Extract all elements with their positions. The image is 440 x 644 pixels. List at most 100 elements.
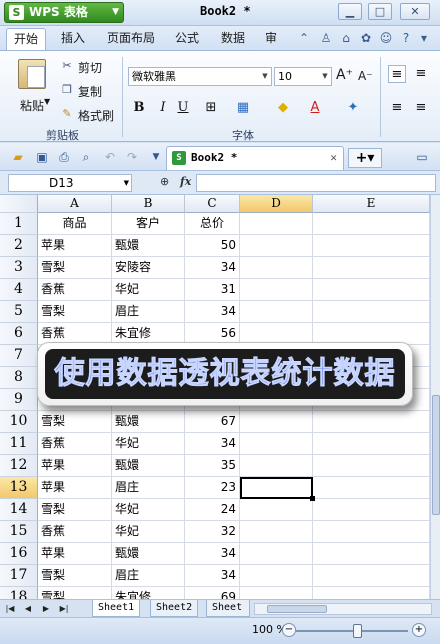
collapse-ribbon-icon[interactable]: ⌃	[296, 30, 312, 46]
gift-icon[interactable]: ✿	[358, 30, 374, 46]
table-cell[interactable]	[240, 565, 313, 587]
table-cell[interactable]: 雪梨	[38, 411, 112, 433]
redo-icon[interactable]: ↷	[124, 149, 140, 165]
wps-menu-button[interactable]: S WPS 表格 ▼	[4, 2, 124, 23]
zoom-in-button[interactable]: +	[412, 623, 426, 637]
row-header[interactable]: 17	[0, 565, 38, 587]
row-header[interactable]: 5	[0, 301, 38, 323]
table-cell[interactable]: 华妃	[112, 521, 185, 543]
undo-icon[interactable]: ↶	[102, 149, 118, 165]
header-cell[interactable]: 商品	[38, 213, 112, 235]
paste-icon[interactable]	[18, 59, 46, 89]
table-cell[interactable]: 34	[185, 257, 240, 279]
print-preview-icon[interactable]: ⌕	[78, 149, 94, 165]
open-folder-icon[interactable]: ▰	[10, 149, 26, 165]
row-header[interactable]: 6	[0, 323, 38, 345]
bold-button[interactable]: B	[130, 99, 148, 117]
row-header[interactable]: 11	[0, 433, 38, 455]
table-cell[interactable]: 34	[185, 565, 240, 587]
table-cell[interactable]: 朱宜修	[112, 587, 185, 599]
horizontal-scrollbar[interactable]	[254, 603, 432, 615]
table-cell[interactable]	[240, 587, 313, 599]
table-cell[interactable]	[240, 257, 313, 279]
align-center-icon[interactable]: ≡	[412, 99, 430, 117]
column-header-b[interactable]: B	[112, 195, 185, 213]
shirt-icon[interactable]: ♙	[318, 30, 334, 46]
font-name-select[interactable]: 微软雅黑 ▼	[128, 67, 272, 86]
table-cell[interactable]	[313, 477, 430, 499]
zoom-slider-handle[interactable]	[353, 624, 362, 638]
zoom-slider[interactable]	[296, 630, 408, 632]
tab-data[interactable]: 数据	[214, 28, 252, 50]
tab-insert[interactable]: 插入	[54, 28, 92, 50]
row-header[interactable]: 13	[0, 477, 38, 499]
align-left-icon[interactable]: ≡	[388, 99, 406, 117]
italic-button[interactable]: I	[154, 99, 172, 117]
font-size-select[interactable]: 10 ▼	[274, 67, 332, 86]
vertical-scrollbar[interactable]	[430, 195, 440, 599]
column-header-d[interactable]: D	[240, 195, 313, 213]
align-top-icon[interactable]: ≡	[388, 65, 406, 83]
header-cell[interactable]	[240, 213, 313, 235]
table-cell[interactable]	[313, 411, 430, 433]
tab-formulas[interactable]: 公式	[168, 28, 206, 50]
table-cell[interactable]	[240, 301, 313, 323]
maximize-button[interactable]: □	[368, 3, 392, 20]
close-button[interactable]: ✕	[400, 3, 430, 20]
table-cell[interactable]	[240, 235, 313, 257]
chevron-down-icon[interactable]: ▼	[44, 97, 50, 106]
table-cell[interactable]: 苹果	[38, 455, 112, 477]
table-cell[interactable]: 安陵容	[112, 257, 185, 279]
cut-button[interactable]: 剪切	[78, 59, 102, 76]
header-cell[interactable]	[313, 213, 430, 235]
row-header[interactable]: 10	[0, 411, 38, 433]
table-cell[interactable]: 甄嬛	[112, 455, 185, 477]
row-header[interactable]: 1	[0, 213, 38, 235]
sheet-tab-3[interactable]: Sheet	[206, 600, 250, 617]
table-cell[interactable]: 甄嬛	[112, 543, 185, 565]
name-box[interactable]: D13 ▼	[8, 174, 132, 192]
chevron-down-icon[interactable]: ▼	[148, 149, 164, 165]
table-cell[interactable]: 华妃	[112, 433, 185, 455]
format-painter-button[interactable]: 格式刷	[78, 107, 114, 124]
table-cell[interactable]: 雪梨	[38, 499, 112, 521]
table-cell[interactable]	[313, 543, 430, 565]
font-color-icon[interactable]: A	[306, 99, 324, 117]
last-sheet-icon[interactable]: ▶|	[58, 602, 70, 615]
table-cell[interactable]: 23	[185, 477, 240, 499]
cell-style-icon[interactable]: ✦	[344, 99, 362, 117]
table-cell[interactable]: 34	[185, 543, 240, 565]
chevron-down-icon[interactable]: ▾	[416, 30, 432, 46]
table-cell[interactable]	[240, 543, 313, 565]
close-icon[interactable]: ✕	[330, 147, 337, 169]
row-header[interactable]: 12	[0, 455, 38, 477]
sheet-tab-2[interactable]: Sheet2	[150, 600, 199, 617]
prev-sheet-icon[interactable]: ◀	[22, 602, 34, 615]
table-cell[interactable]: 香蕉	[38, 433, 112, 455]
row-header[interactable]: 18	[0, 587, 38, 599]
table-cell[interactable]: 苹果	[38, 543, 112, 565]
zoom-out-button[interactable]: −	[282, 623, 296, 637]
horizontal-scroll-thumb[interactable]	[267, 605, 327, 613]
table-cell[interactable]: 雪梨	[38, 257, 112, 279]
user-icon[interactable]: ☺	[378, 30, 394, 46]
align-middle-icon[interactable]: ≡	[412, 65, 430, 83]
row-header[interactable]: 9	[0, 389, 38, 411]
table-cell[interactable]: 35	[185, 455, 240, 477]
copy-button[interactable]: 复制	[78, 83, 102, 100]
header-cell[interactable]: 总价	[185, 213, 240, 235]
table-cell[interactable]: 华妃	[112, 499, 185, 521]
table-cell[interactable]: 34	[185, 301, 240, 323]
table-cell[interactable]: 香蕉	[38, 279, 112, 301]
shrink-font-icon[interactable]: A⁻	[358, 69, 373, 83]
fill-pattern-icon[interactable]: ▦	[234, 99, 252, 117]
table-cell[interactable]	[313, 521, 430, 543]
table-cell[interactable]	[313, 455, 430, 477]
table-cell[interactable]	[240, 455, 313, 477]
new-tab-button[interactable]: +▾	[348, 148, 382, 168]
underline-button[interactable]: U	[174, 99, 192, 117]
borders-icon[interactable]: ⊞	[202, 99, 220, 117]
row-header[interactable]: 8	[0, 367, 38, 389]
document-tab[interactable]: S Book2 * ✕	[166, 146, 344, 170]
select-all-corner[interactable]	[0, 195, 38, 213]
